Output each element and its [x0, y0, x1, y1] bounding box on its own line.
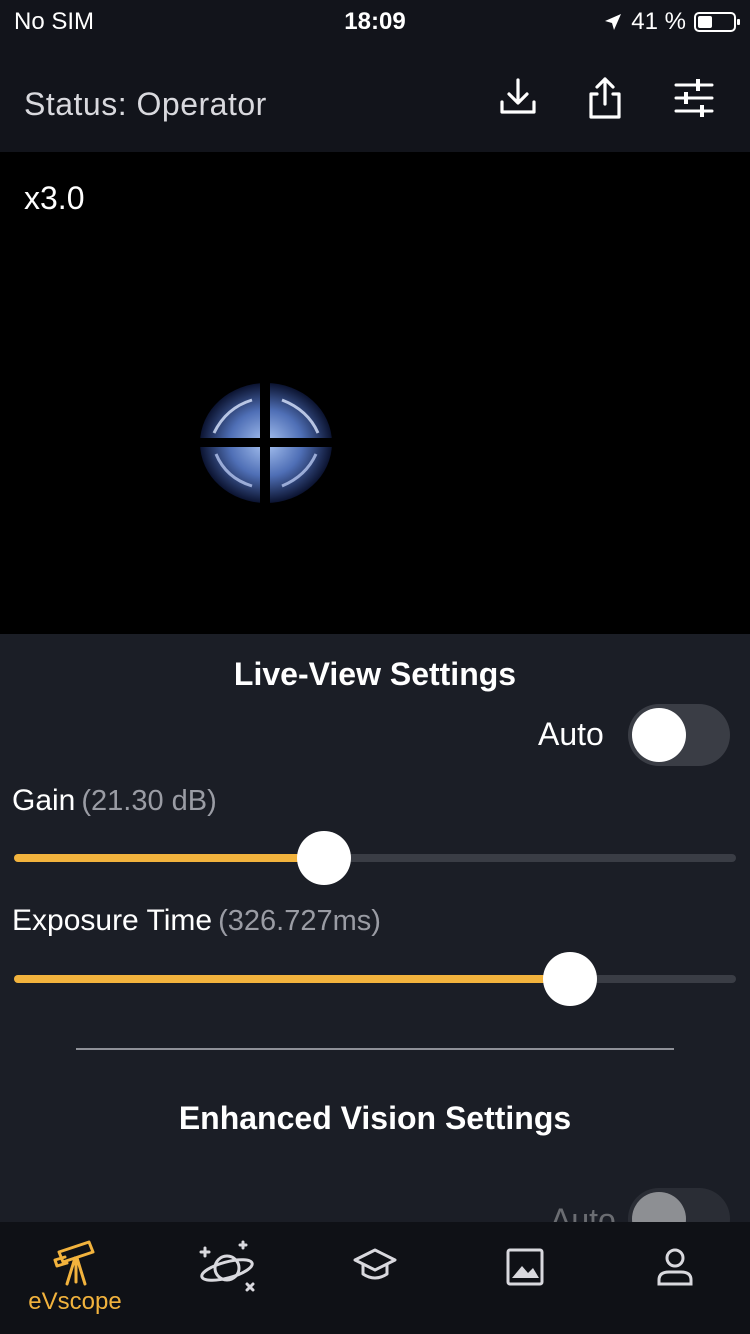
- live-view-settings-title: Live-View Settings: [233, 656, 517, 692]
- settings-button[interactable]: [672, 76, 716, 120]
- live-view-image[interactable]: x3.0: [0, 152, 750, 634]
- status-title: Status: Operator: [24, 86, 267, 122]
- exposure-slider[interactable]: [14, 952, 736, 1006]
- battery-icon: [694, 12, 740, 32]
- gain-label: Gain: [12, 784, 76, 817]
- image-icon: [506, 1248, 544, 1286]
- tab-sky[interactable]: [150, 1222, 300, 1334]
- tab-evscope-label: eVscope: [28, 1288, 122, 1315]
- toggle-knob: [632, 708, 686, 762]
- sliders-icon: [674, 79, 714, 117]
- tab-evscope[interactable]: eVscope: [0, 1222, 150, 1334]
- section-divider: [76, 1048, 674, 1050]
- top-navbar: Status: Operator: [0, 42, 750, 152]
- gain-label-row: Gain (21.30 dB): [12, 784, 217, 818]
- exposure-slider-fill: [14, 975, 570, 983]
- graduation-cap-icon: [353, 1248, 397, 1280]
- battery-percent: 41 %: [631, 8, 686, 35]
- exposure-label: Exposure Time: [12, 904, 213, 937]
- download-button[interactable]: [496, 76, 540, 120]
- gain-slider[interactable]: [14, 831, 736, 885]
- telescope-icon: [53, 1240, 95, 1286]
- bottom-tab-bar: eVscope: [0, 1222, 750, 1334]
- settings-panel: Live-View Settings Auto Gain (21.30 dB) E…: [0, 634, 750, 1250]
- enhanced-vision-settings-title: Enhanced Vision Settings: [178, 1100, 572, 1136]
- download-icon: [500, 78, 536, 114]
- battery-fill: [698, 16, 712, 28]
- user-icon: [657, 1248, 693, 1286]
- location-arrow-icon: [605, 14, 622, 30]
- planet-icon: [199, 1240, 255, 1292]
- tab-profile[interactable]: [600, 1222, 750, 1334]
- star-image: [196, 378, 336, 508]
- gain-slider-thumb[interactable]: [297, 831, 352, 885]
- exposure-label-row: Exposure Time (326.727ms): [12, 904, 381, 938]
- exposure-value: (326.727ms): [218, 905, 381, 937]
- live-view-auto-label: Auto: [538, 716, 604, 752]
- status-right: 41 %: [603, 8, 740, 36]
- share-icon: [589, 77, 621, 119]
- live-view-auto-toggle[interactable]: [628, 704, 730, 766]
- tab-learn[interactable]: [300, 1222, 450, 1334]
- status-bar: No SIM 18:09 41 %: [0, 0, 750, 42]
- tab-gallery[interactable]: [450, 1222, 600, 1334]
- zoom-level: x3.0: [24, 180, 85, 216]
- exposure-slider-thumb[interactable]: [542, 952, 597, 1006]
- gain-value: (21.30 dB): [81, 785, 217, 817]
- share-button[interactable]: [583, 76, 627, 120]
- gain-slider-fill: [14, 854, 325, 862]
